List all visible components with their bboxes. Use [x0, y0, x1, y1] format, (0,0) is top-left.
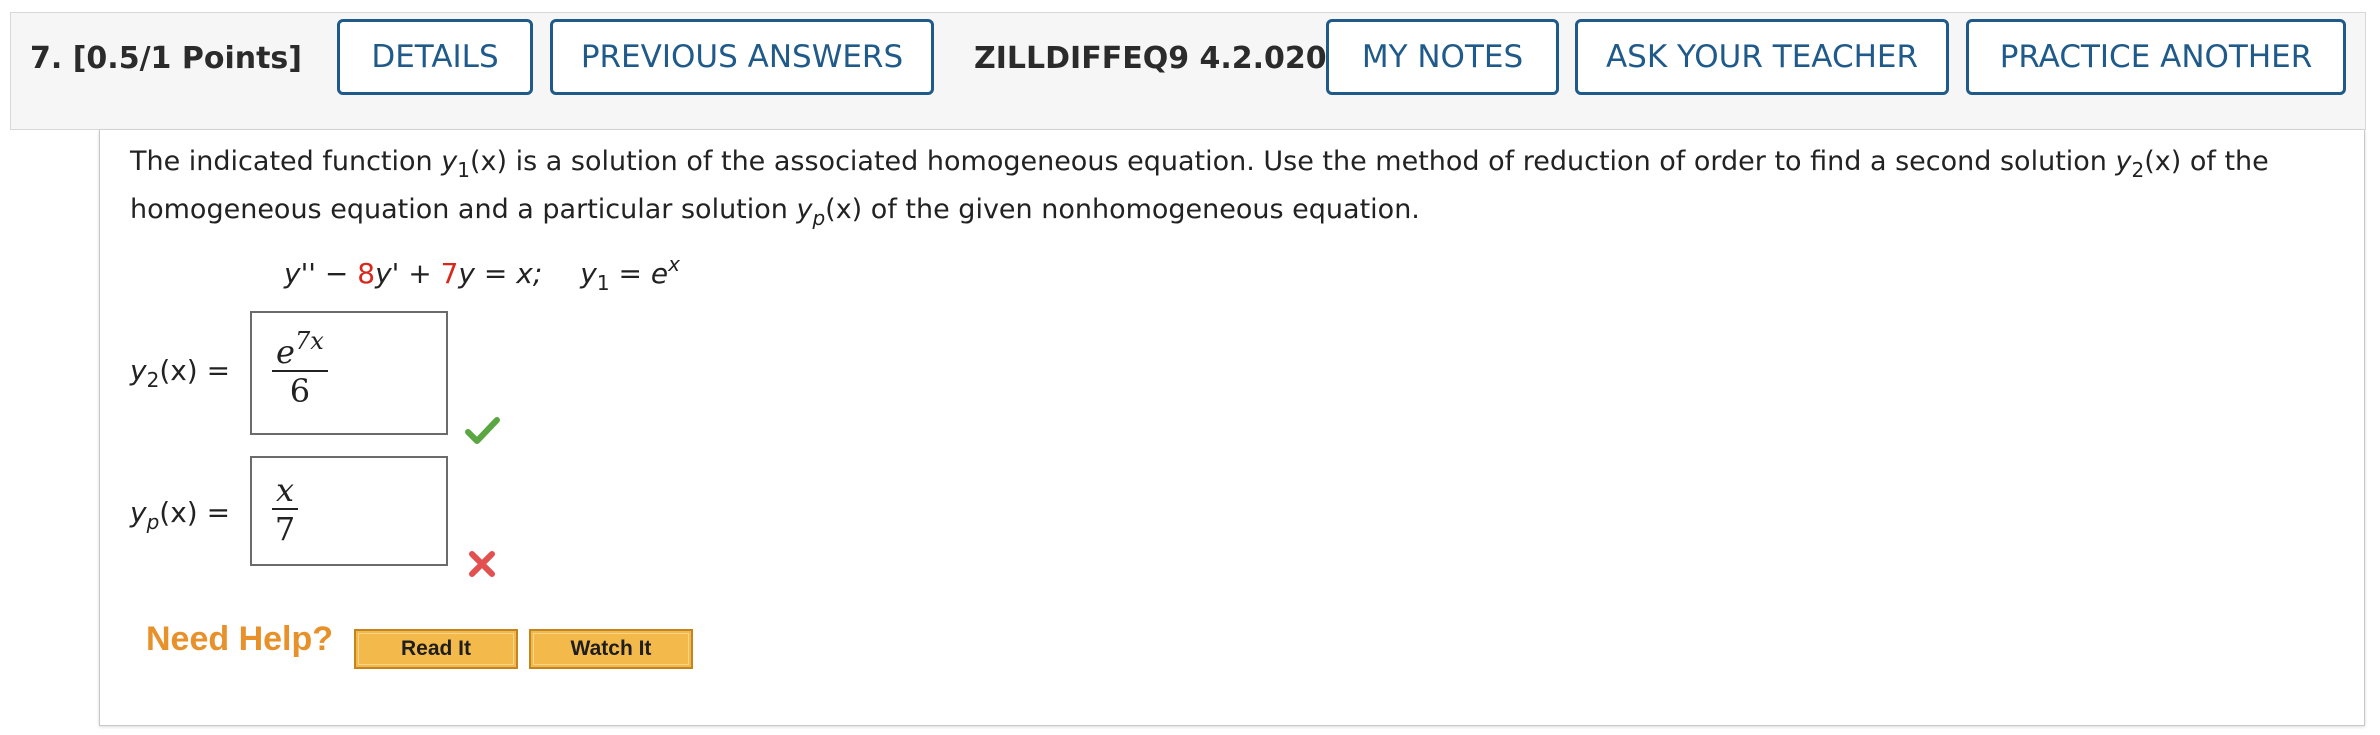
- given-y1-subscript: 1: [596, 271, 610, 295]
- y2-denominator: 6: [289, 372, 311, 410]
- coefficient-2: 7: [440, 257, 459, 290]
- previous-answers-button[interactable]: PREVIOUS ANSWERS: [550, 19, 934, 95]
- given-y1-variable: y: [580, 257, 597, 290]
- yp-denominator: 7: [274, 510, 296, 548]
- y2-label-sub: 2: [146, 368, 160, 392]
- y2-variable: y: [2115, 146, 2132, 177]
- coefficient-1: 8: [357, 257, 376, 290]
- practice-another-button[interactable]: PRACTICE ANOTHER: [1966, 19, 2346, 95]
- details-button[interactable]: DETAILS: [337, 19, 533, 95]
- question-prompt: The indicated function y1(x) is a soluti…: [130, 142, 2310, 238]
- yp-answer-field[interactable]: x 7: [250, 456, 448, 566]
- yp-label-var: y: [130, 496, 147, 529]
- y1-subscript: 1: [457, 158, 470, 182]
- y2-answer-field[interactable]: e7x 6: [250, 311, 448, 435]
- incorrect-x-icon: [469, 551, 495, 577]
- yp-variable: y: [796, 194, 813, 225]
- yp-answer-fraction: x 7: [272, 471, 299, 548]
- correct-check-icon: [465, 417, 500, 444]
- y2-num-base: e: [276, 333, 295, 371]
- read-it-button[interactable]: Read It: [354, 629, 518, 669]
- prompt-text-2: is a solution of the associated homogene…: [507, 146, 2116, 177]
- differential-equation: y'' − 8y' + 7y = x; y1 = ex: [284, 252, 680, 295]
- y2-label-var: y: [130, 354, 147, 387]
- y2-subscript: 2: [2131, 158, 2145, 182]
- yp-subscript: p: [812, 206, 826, 230]
- question-number-points: 7. [0.5/1 Points]: [30, 41, 302, 76]
- y1-variable: y: [441, 146, 458, 177]
- y1-argument: (x): [469, 146, 508, 177]
- prompt-text-1: The indicated function: [130, 146, 442, 177]
- given-y1-exponent: x: [668, 252, 680, 276]
- need-help-label: Need Help?: [146, 620, 334, 658]
- given-y1-equals: = e: [609, 257, 669, 290]
- question-reference: ZILLDIFFEQ9 4.2.020.: [974, 41, 1339, 76]
- y2-label-rest: (x) =: [159, 354, 231, 387]
- equation-mid-2: y = x;: [458, 257, 543, 290]
- yp-argument: (x): [825, 194, 863, 225]
- my-notes-button[interactable]: MY NOTES: [1326, 19, 1559, 95]
- equation-mid-1: y' +: [375, 257, 441, 290]
- yp-answer-label: yp(x) =: [130, 496, 230, 534]
- watch-it-button[interactable]: Watch It: [529, 629, 693, 669]
- y2-num-exponent: 7x: [294, 327, 324, 355]
- yp-label-sub: p: [146, 510, 160, 534]
- y2-answer-fraction: e7x 6: [272, 323, 328, 410]
- prompt-text-4: of the given nonhomogeneous equation.: [862, 194, 1420, 225]
- equation-lhs-start: y'' −: [284, 257, 358, 290]
- y2-argument: (x): [2144, 146, 2182, 177]
- ask-your-teacher-button[interactable]: ASK YOUR TEACHER: [1575, 19, 1949, 95]
- yp-label-rest: (x) =: [159, 496, 231, 529]
- y2-answer-label: y2(x) =: [130, 354, 230, 392]
- yp-numerator: x: [276, 471, 295, 509]
